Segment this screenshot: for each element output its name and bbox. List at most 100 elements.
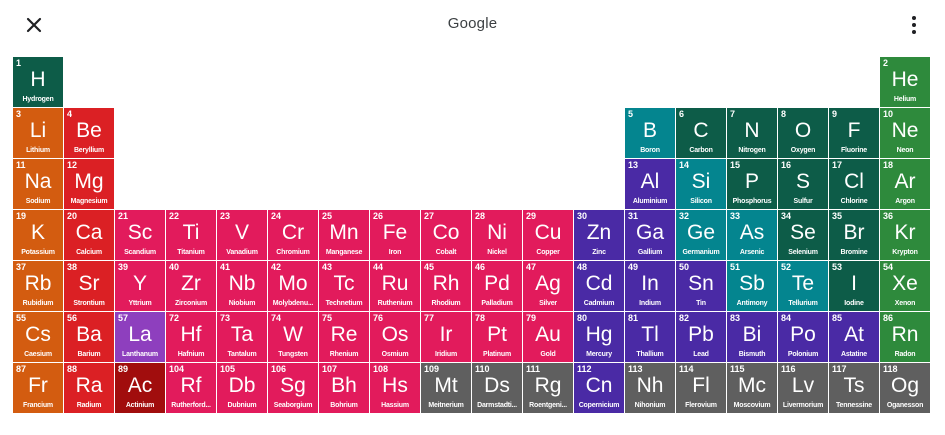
element-tile[interactable]: 51 Sb Antimony: [727, 261, 777, 311]
element-tile[interactable]: 117 Ts Tennessine: [829, 363, 879, 413]
element-tile[interactable]: 14 Si Silicon: [676, 159, 726, 209]
element-tile[interactable]: 21 Sc Scandium: [115, 210, 165, 260]
element-tile[interactable]: 40 Zr Zirconium: [166, 261, 216, 311]
element-tile[interactable]: 108 Hs Hassium: [370, 363, 420, 413]
element-tile[interactable]: 13 Al Aluminium: [625, 159, 675, 209]
element-tile[interactable]: 54 Xe Xenon: [880, 261, 930, 311]
more-options-button[interactable]: [906, 13, 922, 37]
element-tile[interactable]: 19 K Potassium: [13, 210, 63, 260]
element-tile[interactable]: 110 Ds Darmstadti...: [472, 363, 522, 413]
element-tile[interactable]: 57 La Lanthanum: [115, 312, 165, 362]
element-tile[interactable]: 74 W Tungsten: [268, 312, 318, 362]
element-tile[interactable]: 17 Cl Chlorine: [829, 159, 879, 209]
atomic-number: 48: [577, 262, 588, 272]
element-tile[interactable]: 23 V Vanadium: [217, 210, 267, 260]
element-tile[interactable]: 73 Ta Tantalum: [217, 312, 267, 362]
element-tile[interactable]: 20 Ca Calcium: [64, 210, 114, 260]
element-tile[interactable]: 43 Tc Technetium: [319, 261, 369, 311]
element-symbol: Nb: [228, 272, 256, 295]
element-tile[interactable]: 75 Re Rhenium: [319, 312, 369, 362]
element-tile[interactable]: 53 I Iodine: [829, 261, 879, 311]
element-tile[interactable]: 56 Ba Barium: [64, 312, 114, 362]
element-tile[interactable]: 86 Rn Radon: [880, 312, 930, 362]
element-tile[interactable]: 9 F Fluorine: [829, 108, 879, 158]
element-tile[interactable]: 29 Cu Copper: [523, 210, 573, 260]
element-tile[interactable]: 116 Lv Livermorium: [778, 363, 828, 413]
element-tile[interactable]: 3 Li Lithium: [13, 108, 63, 158]
element-tile[interactable]: 48 Cd Cadmium: [574, 261, 624, 311]
element-tile[interactable]: 88 Ra Radium: [64, 363, 114, 413]
element-tile[interactable]: 52 Te Tellurium: [778, 261, 828, 311]
element-tile[interactable]: 87 Fr Francium: [13, 363, 63, 413]
element-tile[interactable]: 30 Zn Zinc: [574, 210, 624, 260]
element-tile[interactable]: 78 Pt Platinum: [472, 312, 522, 362]
element-tile[interactable]: 112 Cn Copernicium: [574, 363, 624, 413]
element-tile[interactable]: 34 Se Selenium: [778, 210, 828, 260]
element-tile[interactable]: 31 Ga Gallium: [625, 210, 675, 260]
element-tile[interactable]: 4 Be Beryllium: [64, 108, 114, 158]
element-tile[interactable]: 111 Rg Roentgeni...: [523, 363, 573, 413]
element-tile[interactable]: 10 Ne Neon: [880, 108, 930, 158]
element-tile[interactable]: 114 Fl Flerovium: [676, 363, 726, 413]
element-tile[interactable]: 89 Ac Actinium: [115, 363, 165, 413]
element-tile[interactable]: 42 Mo Molybdenu...: [268, 261, 318, 311]
element-tile[interactable]: 16 S Sulfur: [778, 159, 828, 209]
element-tile[interactable]: 55 Cs Caesium: [13, 312, 63, 362]
element-tile[interactable]: 81 Tl Thallium: [625, 312, 675, 362]
element-tile[interactable]: 106 Sg Seaborgium: [268, 363, 318, 413]
periodic-table-grid: 1 H Hydrogen 2 He Helium 3 Li Lithium 4 Be Berylliu…: [13, 57, 930, 413]
element-tile[interactable]: 80 Hg Mercury: [574, 312, 624, 362]
element-tile[interactable]: 24 Cr Chromium: [268, 210, 318, 260]
element-tile[interactable]: 38 Sr Strontium: [64, 261, 114, 311]
atomic-number: 117: [832, 364, 847, 374]
element-tile[interactable]: 72 Hf Hafnium: [166, 312, 216, 362]
element-tile[interactable]: 32 Ge Germanium: [676, 210, 726, 260]
element-name: Darmstadti...: [477, 402, 517, 409]
element-tile[interactable]: 85 At Astatine: [829, 312, 879, 362]
element-tile[interactable]: 109 Mt Meitnerium: [421, 363, 471, 413]
element-tile[interactable]: 6 C Carbon: [676, 108, 726, 158]
element-tile[interactable]: 83 Bi Bismuth: [727, 312, 777, 362]
element-tile[interactable]: 105 Db Dubnium: [217, 363, 267, 413]
element-tile[interactable]: 15 P Phosphorus: [727, 159, 777, 209]
element-tile[interactable]: 84 Po Polonium: [778, 312, 828, 362]
element-tile[interactable]: 5 B Boron: [625, 108, 675, 158]
element-symbol: Na: [24, 170, 52, 193]
element-tile[interactable]: 104 Rf Rutherford...: [166, 363, 216, 413]
element-tile[interactable]: 41 Nb Niobium: [217, 261, 267, 311]
atomic-number: 3: [16, 109, 22, 119]
element-tile[interactable]: 35 Br Bromine: [829, 210, 879, 260]
element-tile[interactable]: 1 H Hydrogen: [13, 57, 63, 107]
element-tile[interactable]: 2 He Helium: [880, 57, 930, 107]
element-tile[interactable]: 47 Ag Silver: [523, 261, 573, 311]
element-tile[interactable]: 28 Ni Nickel: [472, 210, 522, 260]
element-tile[interactable]: 82 Pb Lead: [676, 312, 726, 362]
element-tile[interactable]: 44 Ru Ruthenium: [370, 261, 420, 311]
element-tile[interactable]: 45 Rh Rhodium: [421, 261, 471, 311]
element-tile[interactable]: 77 Ir Iridium: [421, 312, 471, 362]
element-tile[interactable]: 50 Sn Tin: [676, 261, 726, 311]
element-tile[interactable]: 107 Bh Bohrium: [319, 363, 369, 413]
element-tile[interactable]: 118 Og Oganesson: [880, 363, 930, 413]
element-tile[interactable]: 11 Na Sodium: [13, 159, 63, 209]
element-tile[interactable]: 25 Mn Manganese: [319, 210, 369, 260]
element-tile[interactable]: 7 N Nitrogen: [727, 108, 777, 158]
atomic-number: 9: [832, 109, 838, 119]
element-tile[interactable]: 27 Co Cobalt: [421, 210, 471, 260]
element-tile[interactable]: 12 Mg Magnesium: [64, 159, 114, 209]
element-tile[interactable]: 46 Pd Palladium: [472, 261, 522, 311]
element-tile[interactable]: 49 In Indium: [625, 261, 675, 311]
element-tile[interactable]: 36 Kr Krypton: [880, 210, 930, 260]
element-tile[interactable]: 33 As Arsenic: [727, 210, 777, 260]
element-tile[interactable]: 8 O Oxygen: [778, 108, 828, 158]
element-tile[interactable]: 79 Au Gold: [523, 312, 573, 362]
element-tile[interactable]: 76 Os Osmium: [370, 312, 420, 362]
element-tile[interactable]: 37 Rb Rubidium: [13, 261, 63, 311]
element-tile[interactable]: 113 Nh Nihonium: [625, 363, 675, 413]
element-tile[interactable]: 115 Mc Moscovium: [727, 363, 777, 413]
atomic-number: 34: [781, 211, 792, 221]
element-tile[interactable]: 22 Ti Titanium: [166, 210, 216, 260]
element-tile[interactable]: 26 Fe Iron: [370, 210, 420, 260]
element-tile[interactable]: 18 Ar Argon: [880, 159, 930, 209]
element-tile[interactable]: 39 Y Yttrium: [115, 261, 165, 311]
